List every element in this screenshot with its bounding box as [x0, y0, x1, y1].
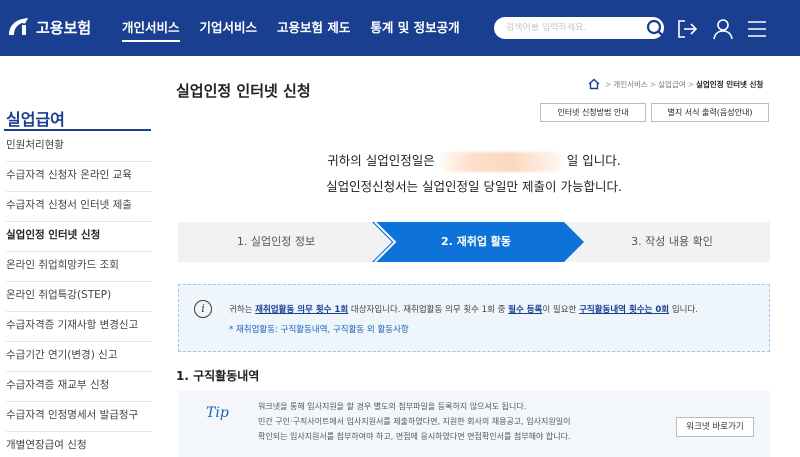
activity-requirement-text: 귀하는 재취업활동 의무 횟수 1회 대상자입니다. 재취업활동 의무 횟수 1… [229, 305, 698, 315]
step-reemployment-activity: 2. 재취업 활동 [440, 235, 512, 248]
sidebar: 실업급여 민원처리현황 수급자격 신청자 온라인 교육 수급자격 신청서 인터넷… [0, 56, 160, 457]
tip-line: 확인되는 입사지원서를 첨부하여야 하고, 면접에 응시하였다면 면접확인서를 … [258, 432, 571, 441]
print-form-button[interactable]: 별지 서식 출력(음성안내) [651, 103, 769, 122]
sidebar-item-extended-benefit[interactable]: 개별연장급여 신청 [6, 432, 152, 457]
breadcrumb-separator: > [605, 79, 612, 89]
breadcrumb-item[interactable]: 실업급여 [658, 79, 686, 90]
home-icon[interactable] [588, 78, 600, 90]
logout-icon[interactable] [676, 18, 698, 40]
search-box [494, 17, 666, 39]
site-logo[interactable]: 고용보험 [6, 16, 91, 38]
sidebar-item-online-lecture[interactable]: 온라인 취업특강(STEP) [6, 282, 152, 312]
sidebar-divider [4, 129, 151, 131]
user-icon[interactable] [712, 18, 734, 40]
activity-definition-note: * 재취업활동: 구직활동내역, 구직활동 외 활동사항 [229, 325, 409, 335]
progress-stepper: 1. 실업인정 정보 2. 재취업 활동 3. 작성 내용 확인 [178, 222, 770, 262]
main-nav: 개인서비스 기업서비스 고용보험 제도 통계 및 정보공개 [122, 0, 480, 56]
worknet-shortcut-button[interactable]: 워크넷 바로가기 [676, 417, 754, 437]
page-title: 실업인정 인터넷 신청 [176, 82, 311, 100]
step-confirm: 3. 작성 내용 확인 [631, 235, 713, 248]
section-job-search-history: 1. 구직활동내역 [176, 369, 260, 383]
breadcrumb-current: 실업인정 인터넷 신청 [696, 79, 764, 89]
sidebar-title: 실업급여 [6, 110, 65, 129]
message-suffix: 일 입니다. [566, 153, 621, 168]
sidebar-item-unemployment-recognition[interactable]: 실업인정 인터넷 신청 [6, 222, 152, 252]
breadcrumb: > 개인서비스 > 실업급여 > 실업인정 인터넷 신청 [588, 78, 763, 90]
required-count-link: 재취업활동 의무 횟수 1회 [255, 305, 349, 315]
submission-notice: 실업인정신청서는 실업인정일 당일만 제출이 가능합니다. [326, 179, 622, 194]
sidebar-item-certificate-request[interactable]: 수급자격 인정명세서 발급청구 [6, 402, 152, 432]
job-search-count: 구직활동내역 횟수는 0회 [579, 305, 670, 315]
logo-text: 고용보험 [36, 18, 92, 37]
sidebar-item-period-extension[interactable]: 수급기간 연기(변경) 신고 [6, 342, 152, 372]
nav-business-services[interactable]: 기업서비스 [200, 0, 258, 56]
site-header: 고용보험 개인서비스 기업서비스 고용보험 제도 통계 및 정보공개 [0, 0, 800, 56]
nav-personal-services[interactable]: 개인서비스 [122, 0, 180, 56]
sidebar-item-internet-submission[interactable]: 수급자격 신청서 인터넷 제출 [6, 192, 152, 222]
nav-statistics[interactable]: 통계 및 정보공개 [370, 0, 459, 56]
sidebar-item-online-education[interactable]: 수급자격 신청자 온라인 교육 [6, 162, 152, 192]
breadcrumb-item[interactable]: 개인서비스 [613, 79, 648, 90]
logo-icon [9, 18, 28, 35]
internet-guide-button[interactable]: 인터넷 신청방법 안내 [540, 103, 646, 122]
activity-info-box: i 귀하는 재취업활동 의무 횟수 1회 대상자입니다. 재취업활동 의무 횟수… [178, 284, 770, 352]
tip-line: 민간 구인·구직사이트에서 입사지원서를 제출하였다면, 지원한 회사의 채용공… [258, 417, 571, 426]
tip-line: 워크넷을 통해 입사지원을 할 경우 별도의 첨부파일을 등록하지 않으셔도 됩… [258, 402, 527, 411]
step-recognition-info: 1. 실업인정 정보 [236, 235, 316, 248]
sidebar-item-reissue[interactable]: 수급자격증 재교부 신청 [6, 372, 152, 402]
search-icon[interactable] [646, 18, 666, 38]
nav-insurance-system[interactable]: 고용보험 제도 [277, 0, 350, 56]
tip-box: Tip 워크넷을 통해 입사지원을 할 경우 별도의 첨부파일을 등록하지 않으… [178, 391, 770, 457]
mandatory-registration: 필수 등록 [508, 305, 543, 315]
menu-icon[interactable] [746, 18, 768, 40]
message-prefix: 귀하의 실업인정일은 [327, 153, 435, 168]
recognition-date-message: 귀하의 실업인정일은 일 입니다. [178, 150, 770, 172]
search-input[interactable] [506, 23, 636, 33]
sidebar-item-job-card[interactable]: 온라인 취업희망카드 조회 [6, 252, 152, 282]
sidebar-item-change-report[interactable]: 수급자격증 기재사항 변경신고 [6, 312, 152, 342]
redacted-date [440, 151, 561, 172]
breadcrumb-separator: > [687, 79, 694, 89]
tip-label: Tip [206, 405, 229, 421]
sidebar-item-complaint-status[interactable]: 민원처리현황 [6, 132, 152, 162]
breadcrumb-separator: > [649, 79, 657, 89]
info-icon: i [194, 300, 212, 318]
